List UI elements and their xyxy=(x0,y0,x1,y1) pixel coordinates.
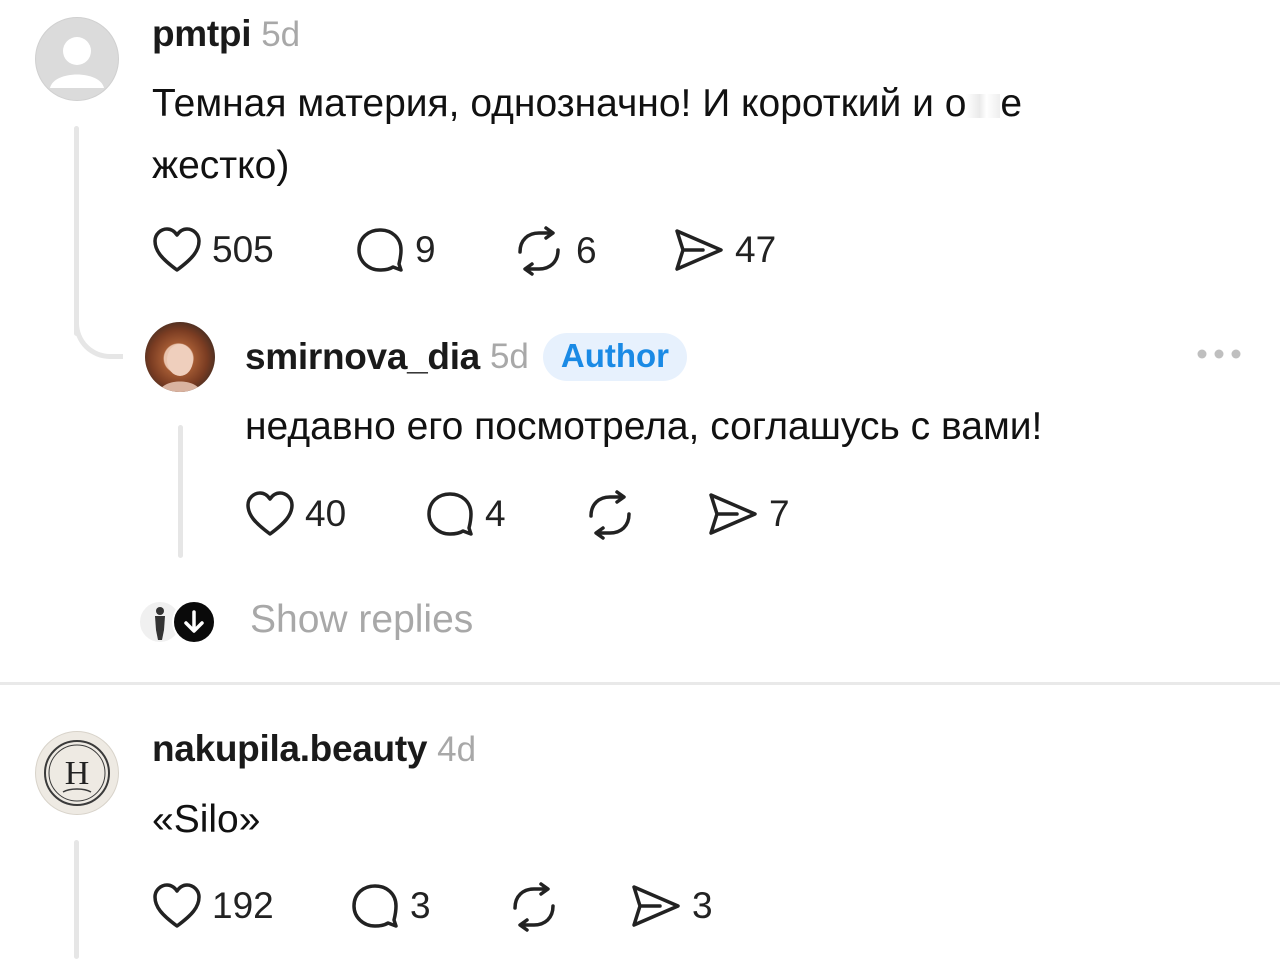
avatar-smirnova-dia[interactable] xyxy=(145,322,215,392)
comment-header: pmtpi 5d xyxy=(152,13,300,55)
avatar-pmtpi[interactable] xyxy=(35,17,119,101)
share-icon xyxy=(632,885,680,927)
reply-count: 3 xyxy=(410,885,431,926)
more-icon xyxy=(1197,349,1241,359)
repost-icon xyxy=(513,882,555,932)
heart-icon xyxy=(153,883,201,928)
share-button[interactable]: 7 xyxy=(707,490,790,538)
repost-icon xyxy=(589,490,631,540)
more-button[interactable] xyxy=(1194,345,1244,368)
comment-icon xyxy=(352,884,398,928)
thread-line xyxy=(74,840,79,959)
username[interactable]: nakupila.beauty xyxy=(152,728,427,769)
reply-count: 9 xyxy=(415,229,436,270)
comment-header: smirnova_dia 5d Author xyxy=(245,333,688,381)
username[interactable]: pmtpi xyxy=(152,13,252,54)
timestamp: 4d xyxy=(437,730,477,769)
username[interactable]: smirnova_dia xyxy=(245,336,480,378)
brand-logo: H xyxy=(44,740,110,806)
thread-curve xyxy=(74,300,123,359)
timestamp: 5d xyxy=(261,15,301,54)
like-button[interactable]: 192 xyxy=(152,882,274,930)
comment-divider xyxy=(0,682,1280,685)
comment-text-line1: Темная материя, однозначно! И короткий и… xyxy=(152,82,967,125)
share-button[interactable]: 3 xyxy=(630,882,713,930)
reply-button[interactable]: 4 xyxy=(425,490,506,538)
comment-icon xyxy=(427,492,473,536)
author-badge: Author xyxy=(542,333,688,381)
share-count: 47 xyxy=(735,229,777,270)
timestamp: 5d xyxy=(489,337,529,376)
replies-avatars xyxy=(138,598,218,644)
comment-text-line1-end: е xyxy=(1000,82,1023,125)
avatar-nakupila-beauty[interactable]: H xyxy=(35,731,119,815)
comment-text: Темная материя, однозначно! И короткий и… xyxy=(152,73,1262,197)
like-count: 505 xyxy=(212,229,274,270)
thread-line xyxy=(178,425,183,558)
comment-icon xyxy=(357,228,403,272)
share-count: 3 xyxy=(692,885,713,926)
comment-text: «Silo» xyxy=(152,798,261,841)
reply-button[interactable]: 3 xyxy=(350,882,431,930)
like-count: 192 xyxy=(212,885,274,926)
logo-letter: H xyxy=(65,755,90,792)
arrow-down-icon xyxy=(172,600,216,644)
reply-count: 4 xyxy=(485,493,506,534)
default-avatar-icon xyxy=(50,37,104,88)
blurred-text xyxy=(966,93,1001,118)
reply-button[interactable]: 9 xyxy=(355,226,436,274)
share-icon xyxy=(709,493,757,535)
heart-icon xyxy=(153,227,201,272)
repost-icon xyxy=(518,226,560,276)
repost-count: 6 xyxy=(576,230,597,271)
like-button[interactable]: 505 xyxy=(152,226,274,274)
repost-button[interactable]: 6 xyxy=(512,226,597,276)
like-count: 40 xyxy=(305,493,347,534)
share-count: 7 xyxy=(769,493,790,534)
show-replies-button[interactable]: Show replies xyxy=(138,598,474,644)
comment-text-line2: жестко) xyxy=(152,144,290,187)
show-replies-label: Show replies xyxy=(250,598,474,641)
repost-button[interactable] xyxy=(583,490,637,540)
repost-button[interactable] xyxy=(507,882,561,932)
share-button[interactable]: 47 xyxy=(673,226,776,274)
comment-text: недавно его посмотрела, соглашусь с вами… xyxy=(245,405,1043,448)
comment-header: nakupila.beauty 4d xyxy=(152,728,476,770)
share-icon xyxy=(675,229,723,271)
like-button[interactable]: 40 xyxy=(245,490,346,538)
heart-icon xyxy=(246,491,294,536)
profile-photo xyxy=(159,344,201,392)
